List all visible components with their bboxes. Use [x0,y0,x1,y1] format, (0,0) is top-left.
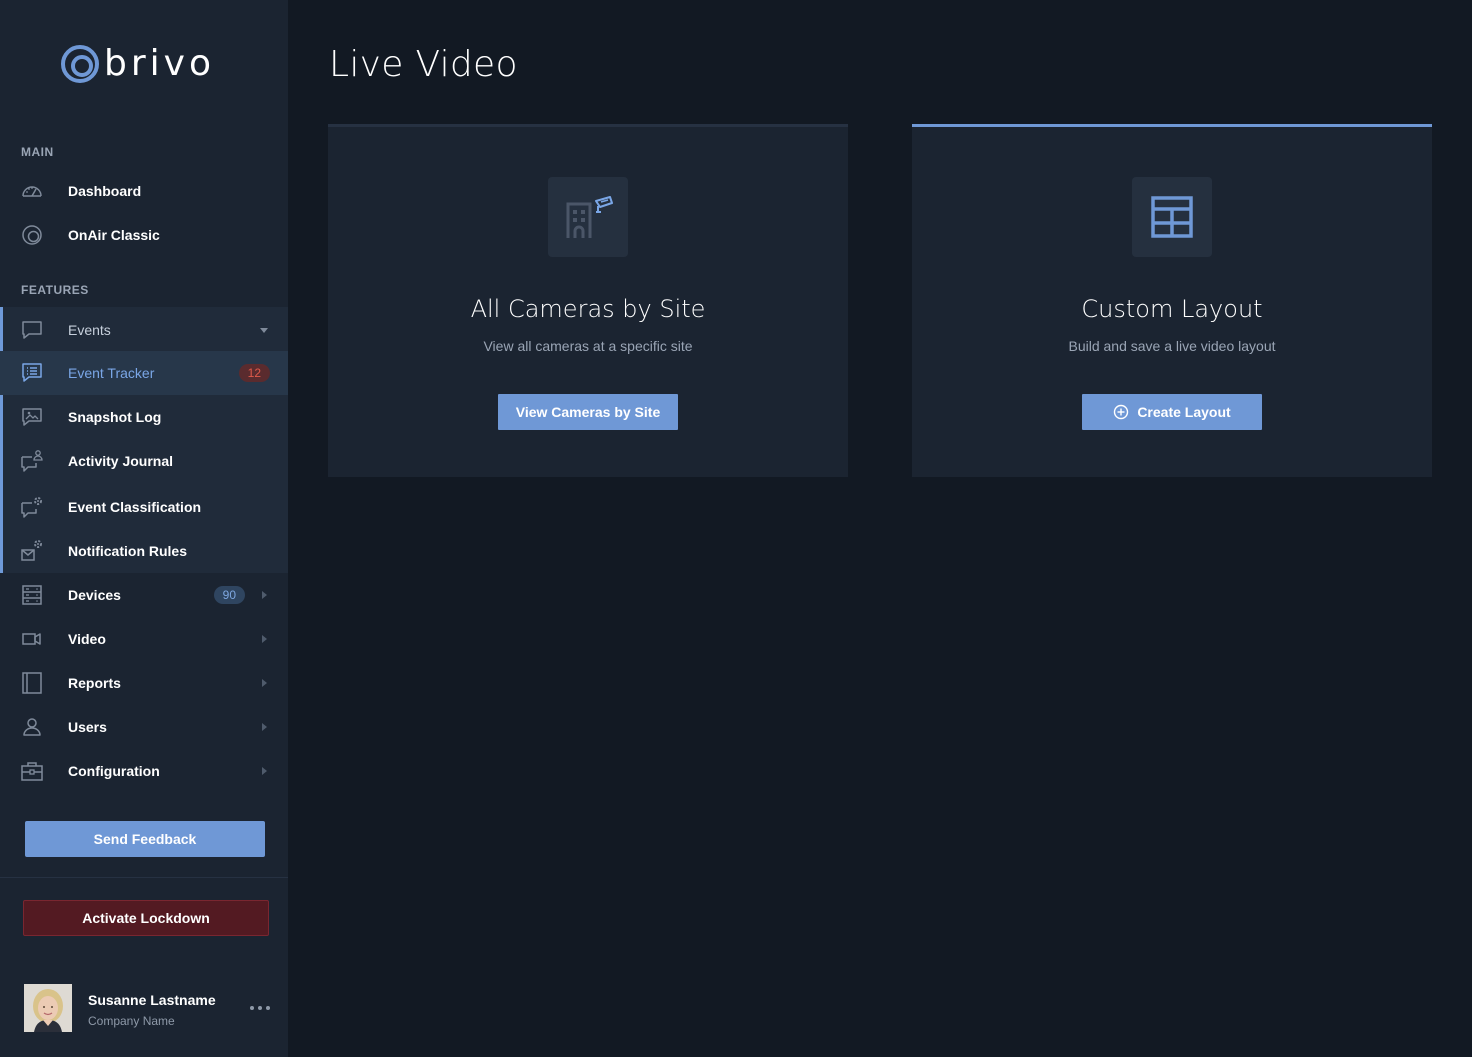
image-icon [22,408,42,426]
sidebar-item-dashboard[interactable]: Dashboard [0,169,288,213]
sidebar-item-users[interactable]: Users [0,705,288,749]
chevron-right-icon [262,591,267,599]
grid-layout-icon [1132,177,1212,257]
event-count-badge: 12 [238,364,270,382]
brivo-logo-icon [61,45,99,83]
brivo-logo-text: brivo [104,43,215,84]
toolbox-icon [21,762,43,781]
sidebar-item-events[interactable]: Events [0,308,288,352]
device-count-badge: 90 [213,586,245,604]
chat-icon [22,321,42,339]
more-options-icon[interactable] [250,1000,270,1016]
section-label-main: MAIN [21,145,54,159]
chevron-right-icon [262,767,267,775]
sidebar-item-label: Reports [68,675,121,691]
all-cameras-card: All Cameras by Site View all cameras at … [328,124,848,477]
sidebar-item-notification-rules[interactable]: Notification Rules [0,529,288,573]
sidebar-item-event-tracker[interactable]: Event Tracker 12 [0,351,288,395]
sidebar-item-reports[interactable]: Reports [0,661,288,705]
speedometer-icon [22,186,42,197]
send-feedback-button[interactable]: Send Feedback [25,821,265,857]
sidebar-item-label: Events [68,322,111,338]
card-description: Build and save a live video layout [1068,338,1276,354]
card-description: View all cameras at a specific site [483,338,693,354]
card-title: Custom Layout [1081,295,1263,323]
mail-gear-icon [21,540,42,561]
onair-icon [22,225,42,245]
user-profile: Susanne Lastname Company Name [24,984,274,1032]
sidebar-item-devices[interactable]: Devices 90 [0,573,288,617]
sidebar-item-snapshot-log[interactable]: Snapshot Log [0,395,288,439]
create-layout-button[interactable]: Create Layout [1082,394,1262,430]
view-cameras-by-site-button[interactable]: View Cameras by Site [498,394,678,430]
sidebar-item-label: Devices [68,587,121,603]
sidebar-item-label: Activity Journal [68,453,174,469]
video-icon [22,633,41,645]
user-company: Company Name [88,1014,175,1028]
sidebar-item-label: Video [68,631,106,647]
sidebar-item-label: Notification Rules [68,543,188,559]
chat-user-icon [21,450,43,472]
sidebar-item-label: Users [68,719,107,735]
user-icon [23,718,41,736]
card-title: All Cameras by Site [470,295,706,323]
avatar[interactable] [24,984,72,1032]
sidebar-item-video[interactable]: Video [0,617,288,661]
section-label-features: FEATURES [21,283,89,297]
sidebar-divider [0,877,288,878]
sidebar-item-event-classification[interactable]: Event Classification [0,485,288,529]
book-icon [22,672,42,694]
sidebar-item-label: Dashboard [68,183,142,199]
sidebar-item-label: Event Classification [68,499,202,515]
list-icon [22,363,42,382]
avatar-image [24,984,72,1032]
plus-circle-icon [1114,404,1129,420]
sidebar-item-label: Snapshot Log [68,409,162,425]
sidebar-item-label: OnAir Classic [68,227,160,243]
chevron-right-icon [262,723,267,731]
sidebar-item-onair-classic[interactable]: OnAir Classic [0,213,288,257]
button-label: Create Layout [1137,404,1231,420]
brivo-logo[interactable]: brivo [60,44,215,84]
chevron-right-icon [262,679,267,687]
sidebar-item-activity-journal[interactable]: Activity Journal [0,439,288,483]
button-label: View Cameras by Site [515,404,661,420]
sidebar-item-label: Event Tracker [68,365,155,381]
user-name: Susanne Lastname [88,992,216,1008]
chevron-down-icon [260,328,268,333]
page-title: Live Video [329,44,518,85]
chevron-right-icon [262,635,267,643]
custom-layout-card: Custom Layout Build and save a live vide… [912,124,1432,477]
building-camera-icon [548,177,628,257]
server-icon [22,585,42,605]
sidebar: brivo MAIN Dashboard OnAir Classic FEATU… [0,0,288,1057]
sidebar-item-configuration[interactable]: Configuration [0,749,288,793]
sidebar-item-label: Configuration [68,763,160,779]
chat-gear-icon [21,497,42,518]
activate-lockdown-button[interactable]: Activate Lockdown [23,900,269,936]
